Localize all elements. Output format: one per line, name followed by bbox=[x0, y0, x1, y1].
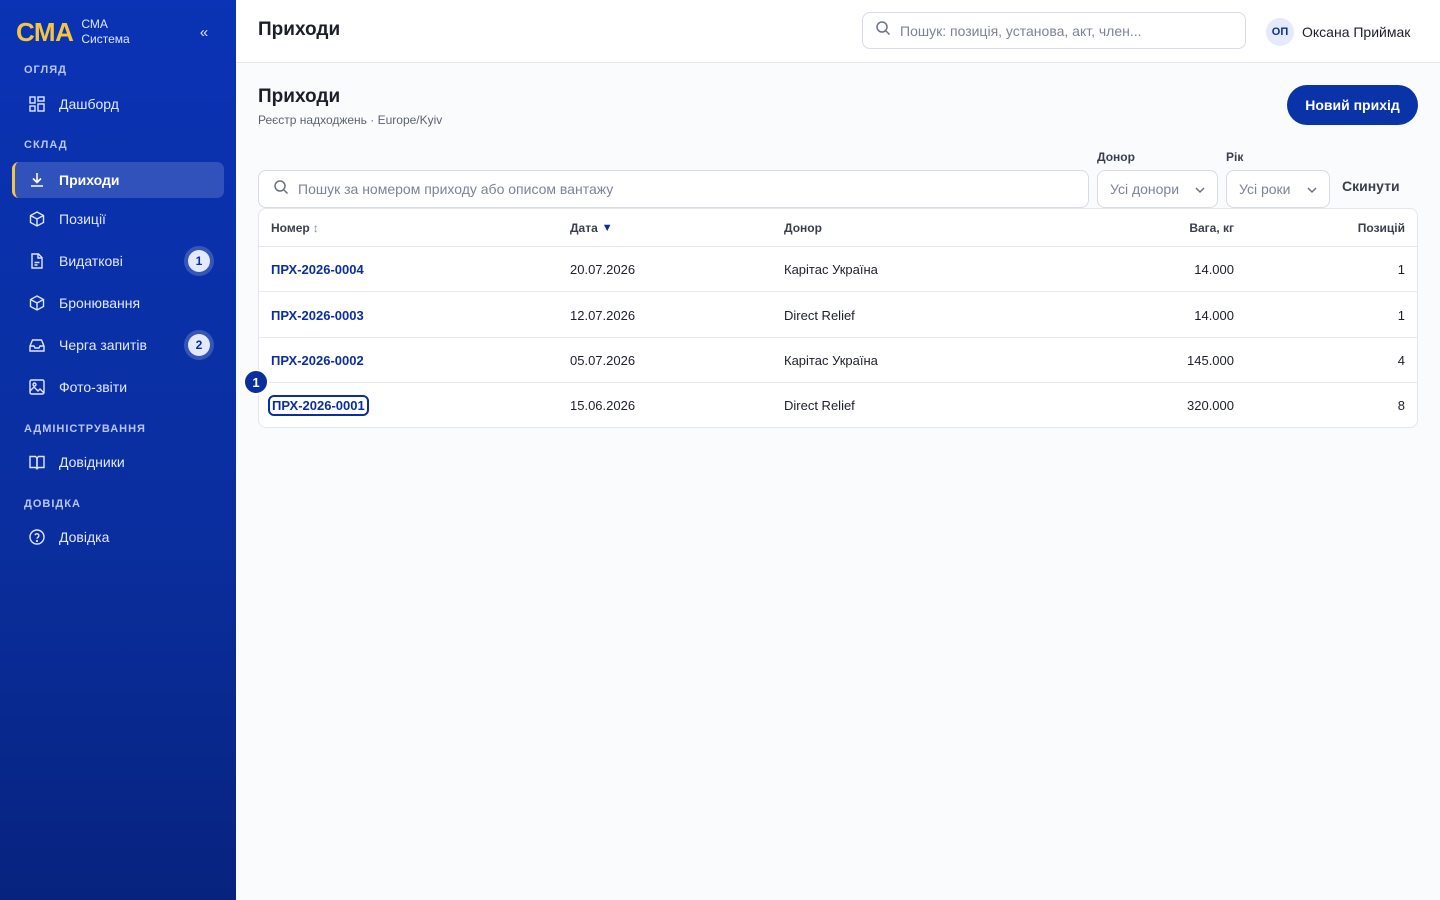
book-icon bbox=[28, 453, 46, 471]
table-row: ПРХ-2026-0003 12.07.2026 Direct Relief 1… bbox=[259, 293, 1417, 338]
receipt-search[interactable] bbox=[258, 170, 1089, 208]
receipt-date: 20.07.2026 bbox=[570, 262, 636, 277]
donor-filter-select[interactable]: Усі донори bbox=[1097, 170, 1218, 208]
search-icon bbox=[875, 20, 891, 41]
sidebar-item-receipts[interactable]: Приходи bbox=[12, 162, 224, 198]
global-search[interactable] bbox=[862, 12, 1246, 49]
table-row: ПРХ-2026-0004 20.07.2026 Карітас Україна… bbox=[259, 247, 1417, 292]
receipt-positions: 4 bbox=[1397, 353, 1405, 368]
column-header-donor: Донор bbox=[784, 221, 822, 235]
brand-line1: СМА bbox=[81, 17, 108, 31]
top-bar: Приходи ОП Оксана Приймак bbox=[236, 0, 1440, 63]
sidebar-item-label: Бронювання bbox=[59, 295, 141, 311]
sort-icon: ↕ bbox=[312, 221, 319, 235]
brand-text: СМА Система bbox=[81, 17, 129, 47]
sidebar-item-dashboard[interactable]: Дашборд bbox=[12, 86, 224, 122]
receipt-weight: 320.000 bbox=[1187, 398, 1234, 413]
sidebar: СМА СМА Система « ОГЛЯД Дашборд СКЛАД Пр… bbox=[0, 0, 236, 900]
donor-filter-label: Донор bbox=[1097, 150, 1135, 164]
brand-logo: СМА bbox=[16, 16, 74, 47]
sidebar-item-help[interactable]: Довідка bbox=[12, 519, 224, 555]
column-label: Номер bbox=[271, 221, 310, 235]
sidebar-item-label: Довідка bbox=[59, 529, 110, 545]
box-icon bbox=[28, 210, 46, 228]
receipt-date: 05.07.2026 bbox=[570, 353, 636, 368]
nav-section-warehouse: СКЛАД bbox=[24, 139, 68, 151]
table-row: ПРХ-2026-0001 15.06.2026 Direct Relief 3… bbox=[259, 383, 1417, 427]
nav-section-overview: ОГЛЯД bbox=[24, 64, 67, 76]
column-header-number[interactable]: Номер ↕ bbox=[271, 209, 319, 247]
receipt-positions: 1 bbox=[1397, 308, 1405, 323]
document-icon bbox=[28, 252, 46, 270]
receipt-number-link[interactable]: ПРХ-2026-0002 bbox=[271, 353, 364, 368]
donor-filter-value: Усі донори bbox=[1110, 181, 1180, 197]
box-icon bbox=[28, 294, 46, 312]
year-filter-value: Усі роки bbox=[1239, 181, 1291, 197]
avatar: ОП bbox=[1266, 18, 1294, 46]
user-name: Оксана Приймак bbox=[1302, 24, 1411, 40]
reset-filters-button[interactable]: Скинути bbox=[1342, 178, 1400, 194]
sidebar-item-label: Позиції bbox=[59, 211, 106, 227]
receipt-search-input[interactable] bbox=[298, 181, 1078, 197]
user-menu[interactable]: ОП Оксана Приймак bbox=[1266, 18, 1410, 46]
nav-section-help: ДОВІДКА bbox=[24, 498, 81, 510]
chevron-down-icon bbox=[1195, 187, 1205, 194]
sidebar-item-label: Черга запитів bbox=[59, 337, 147, 353]
receipt-number-link[interactable]: ПРХ-2026-0001 bbox=[268, 395, 369, 416]
table-row: ПРХ-2026-0002 05.07.2026 Карітас Україна… bbox=[259, 338, 1417, 383]
receipt-donor: Direct Relief bbox=[784, 308, 855, 323]
receipt-donor: Direct Relief bbox=[784, 398, 855, 413]
brand[interactable]: СМА СМА Система bbox=[16, 14, 130, 50]
receipt-date: 12.07.2026 bbox=[570, 308, 636, 323]
brand-line2: Система bbox=[81, 32, 130, 46]
image-icon bbox=[28, 378, 46, 396]
search-icon bbox=[273, 179, 289, 200]
top-bar-title: Приходи bbox=[258, 19, 341, 40]
receipt-weight: 14.000 bbox=[1194, 262, 1234, 277]
page-title: Приходи bbox=[258, 86, 341, 107]
receipt-positions: 1 bbox=[1397, 262, 1405, 277]
column-label: Дата bbox=[570, 221, 598, 235]
grid-icon bbox=[28, 95, 46, 113]
nav-section-administration: АДМІНІСТРУВАННЯ bbox=[24, 423, 146, 435]
sidebar-item-label: Фото-звіти bbox=[59, 379, 128, 395]
column-header-date[interactable]: Дата ▼ bbox=[570, 209, 613, 247]
column-header-weight: Вага, кг bbox=[1189, 221, 1234, 235]
year-filter-select[interactable]: Усі роки bbox=[1226, 170, 1330, 208]
sidebar-item-photo-reports[interactable]: Фото-звіти bbox=[12, 369, 224, 405]
sort-desc-icon: ▼ bbox=[601, 222, 613, 234]
sidebar-item-label: Видаткові bbox=[59, 253, 123, 269]
receipt-donor: Карітас Україна bbox=[784, 353, 878, 368]
sidebar-item-positions[interactable]: Позиції bbox=[12, 201, 224, 237]
year-filter-label: Рік bbox=[1226, 150, 1244, 164]
sidebar-item-label: Приходи bbox=[59, 172, 120, 188]
sidebar-item-references[interactable]: Довідники bbox=[12, 444, 224, 480]
collapse-sidebar-button[interactable]: « bbox=[194, 22, 214, 42]
receipt-weight: 14.000 bbox=[1194, 308, 1234, 323]
global-search-input[interactable] bbox=[900, 22, 1230, 39]
invoices-count-badge: 1 bbox=[188, 250, 210, 272]
sidebar-item-invoices[interactable]: Видаткові 1 bbox=[12, 243, 224, 279]
download-icon bbox=[28, 171, 46, 189]
step-marker: 1 bbox=[243, 369, 269, 395]
new-receipt-button[interactable]: Новий прихід bbox=[1287, 85, 1418, 125]
receipt-date: 15.06.2026 bbox=[570, 398, 636, 413]
inbox-icon bbox=[28, 336, 46, 354]
sidebar-item-request-queue[interactable]: Черга запитів 2 bbox=[12, 327, 224, 363]
page-subtitle: Реєстр надходжень · Europe/Kyiv bbox=[258, 113, 443, 127]
request-queue-count-badge: 2 bbox=[188, 334, 210, 356]
table-header: Номер ↕ Дата ▼ Донор Вага, кг Позицій bbox=[259, 209, 1417, 247]
sidebar-item-label: Довідники bbox=[59, 454, 125, 470]
receipt-donor: Карітас Україна bbox=[784, 262, 878, 277]
receipt-positions: 8 bbox=[1397, 398, 1405, 413]
sidebar-item-label: Дашборд bbox=[59, 96, 119, 112]
sidebar-item-reservations[interactable]: Бронювання bbox=[12, 285, 224, 321]
receipts-table: Номер ↕ Дата ▼ Донор Вага, кг Позицій ПР… bbox=[258, 208, 1418, 428]
column-header-positions: Позицій bbox=[1357, 221, 1405, 235]
receipt-number-link[interactable]: ПРХ-2026-0003 bbox=[271, 308, 364, 323]
help-circle-icon bbox=[28, 528, 46, 546]
receipt-number-link[interactable]: ПРХ-2026-0004 bbox=[271, 262, 364, 277]
receipt-weight: 145.000 bbox=[1187, 353, 1234, 368]
chevron-down-icon bbox=[1307, 187, 1317, 194]
